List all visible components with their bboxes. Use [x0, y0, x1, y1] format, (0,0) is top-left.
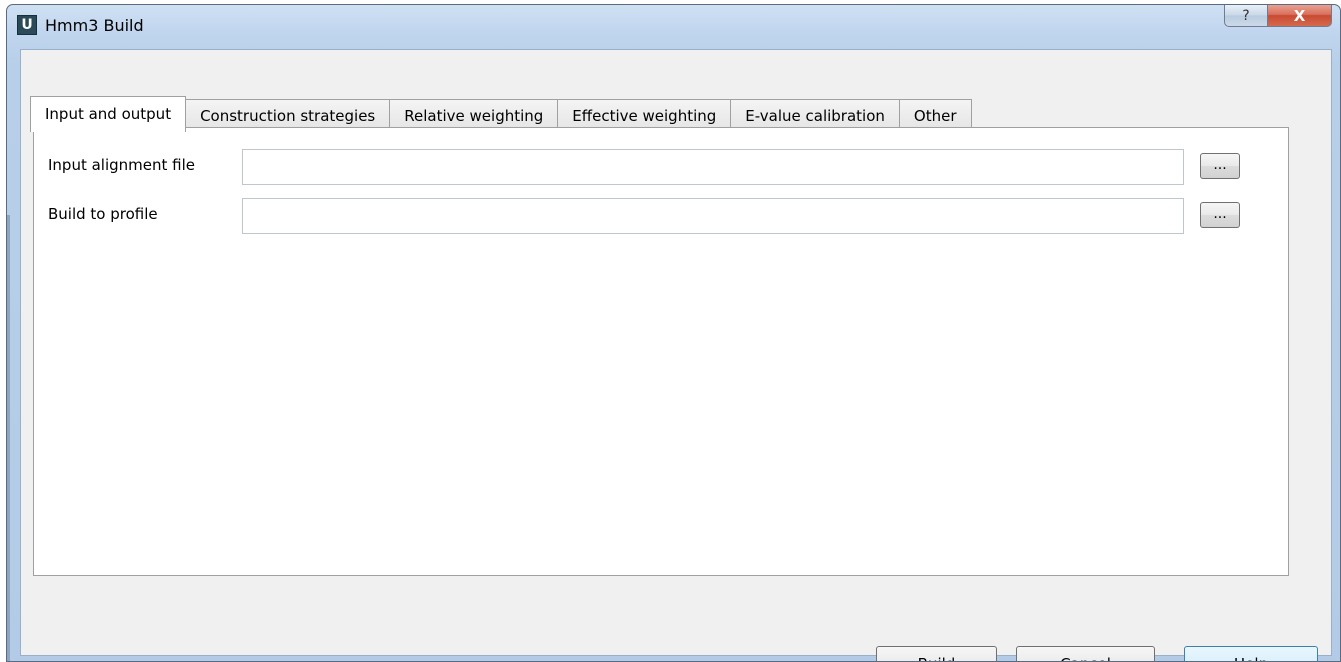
build-to-profile-field[interactable]	[242, 198, 1184, 234]
caption-buttons: ? X	[1224, 5, 1332, 27]
input-alignment-row: Input alignment file ...	[34, 149, 1288, 185]
question-mark-icon: ?	[1242, 7, 1250, 24]
app-icon: U	[17, 15, 37, 35]
help-button[interactable]: Help	[1184, 646, 1318, 661]
close-button[interactable]: X	[1268, 5, 1332, 27]
input-alignment-browse-button[interactable]: ...	[1200, 153, 1240, 179]
build-to-profile-browse-button[interactable]: ...	[1200, 202, 1240, 228]
title-bar[interactable]: U Hmm3 Build ? X	[7, 5, 1340, 49]
build-button[interactable]: Build	[876, 646, 997, 661]
close-icon: X	[1293, 6, 1306, 25]
build-to-profile-row: Build to profile ...	[34, 198, 1288, 234]
input-alignment-field[interactable]	[242, 149, 1184, 185]
tab-panel-input-and-output: Input alignment file ... Build to profil…	[33, 127, 1289, 576]
help-caption-button[interactable]: ?	[1224, 5, 1268, 27]
window-edge	[7, 215, 10, 661]
input-alignment-label: Input alignment file	[48, 156, 196, 174]
build-to-profile-label: Build to profile	[48, 205, 158, 223]
cancel-button[interactable]: Cancel	[1016, 646, 1155, 661]
window-title: Hmm3 Build	[45, 16, 144, 35]
tab-input-and-output[interactable]: Input and output	[30, 96, 187, 132]
